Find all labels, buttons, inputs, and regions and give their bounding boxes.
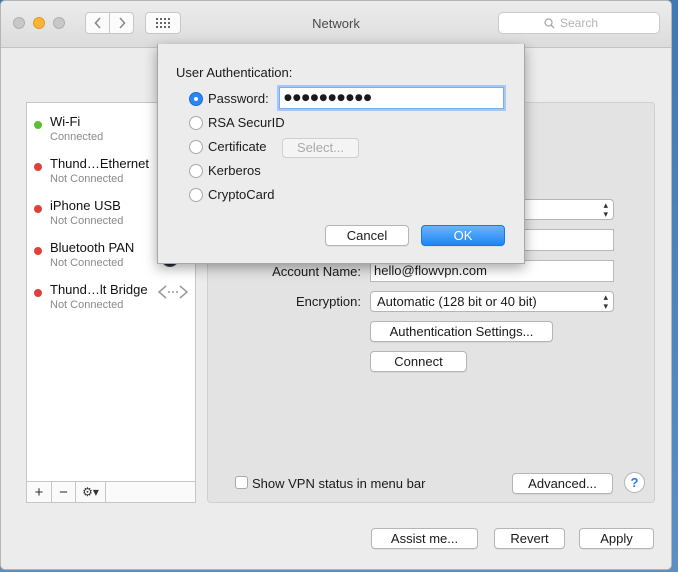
select-certificate-button[interactable]: Select...: [282, 138, 359, 158]
certificate-radio[interactable]: [189, 140, 203, 154]
bridge-arrows-icon: [157, 283, 189, 304]
cancel-button[interactable]: Cancel: [325, 225, 409, 246]
search-field[interactable]: [498, 12, 660, 34]
password-option-label: Password:: [208, 91, 269, 106]
status-dot: [34, 247, 42, 255]
authentication-settings-button[interactable]: Authentication Settings...: [370, 321, 553, 342]
show-vpn-status-label: Show VPN status in menu bar: [252, 476, 426, 491]
gear-icon: ⚙▾: [82, 485, 99, 499]
plus-icon: +: [34, 483, 44, 501]
assist-me-button[interactable]: Assist me...: [371, 528, 478, 549]
cryptocard-label: CryptoCard: [208, 187, 275, 202]
kerberos-label: Kerberos: [208, 163, 261, 178]
service-status: Connected: [50, 131, 104, 143]
status-dot: [34, 121, 42, 129]
service-status: Not Connected: [50, 257, 124, 269]
service-status: Not Connected: [50, 173, 124, 185]
sheet-heading: User Authentication:: [176, 65, 293, 80]
encryption-value: Automatic (128 bit or 40 bit): [377, 294, 537, 309]
search-input[interactable]: [560, 16, 614, 30]
service-name: iPhone USB: [50, 198, 121, 213]
service-name: Bluetooth PAN: [50, 240, 135, 255]
status-dot: [34, 289, 42, 297]
service-name: Wi-Fi: [50, 114, 81, 129]
show-vpn-status-checkbox[interactable]: [235, 476, 248, 489]
title-bar: Network: [1, 1, 671, 48]
help-button[interactable]: ?: [624, 472, 645, 493]
password-radio[interactable]: [189, 92, 203, 106]
kerberos-radio[interactable]: [189, 164, 203, 178]
encryption-label: Encryption:: [295, 294, 361, 309]
network-window: Network Wi-Fi Connected Thund…Ethernet N…: [0, 0, 672, 570]
connect-button[interactable]: Connect: [370, 351, 467, 372]
service-actions-button[interactable]: ⚙▾: [76, 482, 106, 502]
updown-arrows-icon: ▴ ▾: [603, 200, 608, 219]
updown-arrows-icon: ▴ ▾: [603, 292, 608, 311]
apply-button[interactable]: Apply: [579, 528, 654, 549]
account-name-label: Account Name:: [272, 264, 361, 279]
service-list-footer: + − ⚙▾: [27, 481, 195, 502]
remove-service-button[interactable]: −: [52, 482, 76, 502]
revert-button[interactable]: Revert: [494, 528, 565, 549]
add-service-button[interactable]: +: [27, 482, 52, 502]
service-status: Not Connected: [50, 299, 124, 311]
encryption-popup[interactable]: Automatic (128 bit or 40 bit) ▴ ▾: [370, 291, 614, 312]
status-dot: [34, 205, 42, 213]
password-field[interactable]: ●●●●●●●●●●: [279, 87, 504, 109]
ok-button[interactable]: OK: [421, 225, 505, 246]
service-status: Not Connected: [50, 215, 124, 227]
user-authentication-sheet: User Authentication: Password: ●●●●●●●●●…: [157, 44, 525, 264]
advanced-button[interactable]: Advanced...: [512, 473, 613, 494]
status-dot: [34, 163, 42, 171]
service-name: Thund…lt Bridge: [50, 282, 148, 297]
search-icon: [544, 17, 555, 28]
service-name: Thund…Ethernet: [50, 156, 150, 171]
minus-icon: −: [59, 483, 68, 501]
rsa-securid-radio[interactable]: [189, 116, 203, 130]
cryptocard-radio[interactable]: [189, 188, 203, 202]
certificate-label: Certificate: [208, 139, 267, 154]
rsa-securid-label: RSA SecurID: [208, 115, 285, 130]
